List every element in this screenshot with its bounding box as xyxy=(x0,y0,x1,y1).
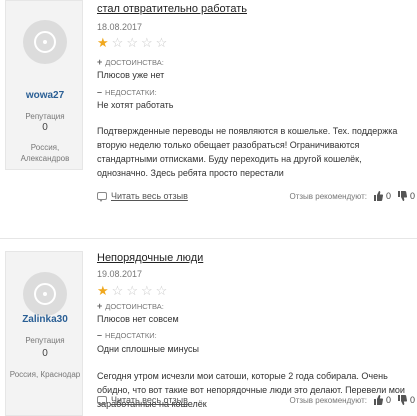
star-empty-icon: ☆ xyxy=(155,283,168,298)
like-button[interactable]: 0 xyxy=(373,191,391,201)
username-link[interactable]: wowa27 xyxy=(6,90,84,101)
reputation-label: Репутация xyxy=(25,336,65,345)
read-full-review-link[interactable]: Читать весь отзыв xyxy=(97,395,188,406)
pros-label: + ДОСТОИНСТВА: xyxy=(97,301,164,311)
star-filled-icon: ★ xyxy=(97,35,109,50)
star-empty-icon: ☆ xyxy=(155,35,168,50)
plus-icon: + xyxy=(97,57,103,67)
recommend-label: Отзыв рекомендуют: xyxy=(289,191,367,201)
avatar[interactable] xyxy=(23,272,67,316)
dislike-button[interactable]: 0 xyxy=(397,191,415,201)
user-card: Zalinka30 Репутация 0 Россия, Краснодар xyxy=(5,251,83,416)
avatar[interactable] xyxy=(23,20,67,64)
comment-icon xyxy=(97,192,107,202)
like-button[interactable]: 0 xyxy=(373,395,391,405)
cons-label: – НЕДОСТАТКИ: xyxy=(97,87,157,97)
thumb-down-icon xyxy=(397,395,407,405)
plus-icon: + xyxy=(97,301,103,311)
review-footer: Читать весь отзыв Отзыв рекомендуют: 0 0 xyxy=(97,395,415,409)
review-title-link[interactable]: Непорядочные люди xyxy=(97,252,203,264)
star-empty-icon: ☆ xyxy=(111,283,124,298)
username-link[interactable]: Zalinka30 xyxy=(6,314,84,325)
recommend-block: Отзыв рекомендуют: 0 0 xyxy=(289,395,415,405)
thumb-down-icon xyxy=(397,191,407,201)
minus-icon: – xyxy=(97,330,103,340)
recommend-label: Отзыв рекомендуют: xyxy=(289,395,367,405)
star-empty-icon: ☆ xyxy=(140,283,153,298)
star-empty-icon: ☆ xyxy=(111,35,124,50)
read-full-review-link[interactable]: Читать весь отзыв xyxy=(97,191,188,202)
review-date: 18.08.2017 xyxy=(97,22,143,32)
star-empty-icon: ☆ xyxy=(140,35,153,50)
cons-text: Не хотят работать xyxy=(97,100,174,110)
pros-label: + ДОСТОИНСТВА: xyxy=(97,57,164,67)
recommend-block: Отзыв рекомендуют: 0 0 xyxy=(289,191,415,201)
cons-text: Одни сплошные минусы xyxy=(97,344,200,354)
thumb-up-icon xyxy=(373,395,383,405)
reputation-value: 0 xyxy=(42,122,48,133)
review-footer: Читать весь отзыв Отзыв рекомендуют: 0 0 xyxy=(97,191,415,205)
review-date: 19.08.2017 xyxy=(97,269,143,279)
minus-icon: – xyxy=(97,87,103,97)
star-empty-icon: ☆ xyxy=(126,35,138,50)
comment-icon xyxy=(97,396,107,406)
reputation-label: Репутация xyxy=(25,112,65,121)
dislike-button[interactable]: 0 xyxy=(397,395,415,405)
pros-text: Плюсов уже нет xyxy=(97,70,165,80)
user-card: wowa27 Репутация 0 Россия, Александров xyxy=(5,0,83,170)
rating-stars: ★ ☆ ☆ ☆ ☆ xyxy=(97,36,167,49)
star-empty-icon: ☆ xyxy=(126,283,138,298)
reputation-value: 0 xyxy=(42,348,48,359)
user-location: Россия, Александров xyxy=(20,143,70,163)
review-title-link[interactable]: стал отвратительно работать xyxy=(97,3,247,15)
user-location: Россия, Краснодар xyxy=(9,370,81,379)
pros-text: Плюсов нет совсем xyxy=(97,314,179,324)
star-filled-icon: ★ xyxy=(97,283,109,298)
cons-label: – НЕДОСТАТКИ: xyxy=(97,330,157,340)
review-divider xyxy=(0,238,417,239)
thumb-up-icon xyxy=(373,191,383,201)
rating-stars: ★ ☆ ☆ ☆ ☆ xyxy=(97,284,167,297)
review-body: Подтвержденные переводы не появляются в … xyxy=(97,126,398,178)
